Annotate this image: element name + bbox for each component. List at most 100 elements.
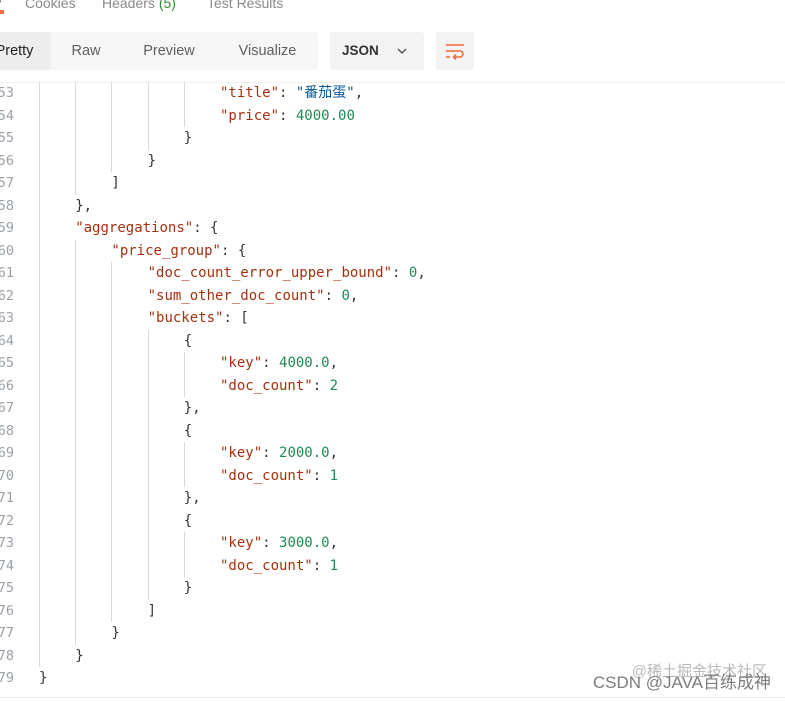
code-line: 55} — [0, 127, 785, 150]
json-key: "doc_count" — [220, 557, 313, 574]
line-number: 53 — [0, 85, 14, 101]
json-punctuation: : { — [193, 220, 219, 236]
indent-guide — [75, 239, 77, 645]
code-text: "aggregations": { — [75, 217, 218, 240]
line-number: 58 — [0, 197, 14, 214]
line-number: 78 — [0, 647, 14, 664]
line-number: 69 — [0, 445, 14, 461]
json-punctuation: { — [183, 512, 193, 529]
code-line: 61 "doc_count_error_upper_bound": 0, — [0, 262, 785, 285]
format-select[interactable]: JSON — [330, 32, 424, 70]
json-punctuation: : — [312, 377, 330, 394]
wrap-lines-icon — [446, 44, 464, 60]
json-punctuation: , — [354, 85, 364, 101]
tab-test-results[interactable]: Test Results — [207, 0, 283, 11]
code-text: }, — [184, 397, 201, 420]
wrap-lines-button[interactable] — [436, 32, 474, 70]
mode-visualize-button[interactable]: Visualize — [217, 32, 318, 70]
line-number: 66 — [0, 377, 14, 394]
code-text: "key": 4000.0, — [220, 352, 338, 375]
line-number: 75 — [0, 580, 14, 596]
json-punctuation: , — [329, 355, 339, 371]
json-key: "key" — [220, 355, 263, 371]
code-line: 70 "doc_count": 1 — [0, 465, 785, 488]
code-line: 68 { — [0, 420, 785, 443]
json-punctuation: : { — [220, 242, 247, 259]
json-key: "key" — [220, 535, 263, 551]
json-key: "title" — [220, 85, 280, 101]
code-text: "key": 3000.0, — [220, 532, 338, 555]
response-body-viewer[interactable]: 53 "title": "番茄蛋", 54 "price": 4000.00 55} 56… — [0, 82, 785, 692]
indent-guide — [75, 82, 77, 195]
json-punctuation: , — [329, 535, 339, 551]
json-punctuation: , — [329, 445, 339, 461]
code-line: 57] — [0, 172, 785, 195]
code-line: 77} — [0, 622, 785, 645]
line-number: 72 — [0, 512, 14, 529]
mode-raw-button[interactable]: Raw — [51, 32, 121, 70]
code-text: { — [184, 420, 192, 443]
watermark: CSDN @JAVA百练成神 — [592, 673, 771, 692]
json-number: 1 — [329, 467, 339, 484]
json-key: "price" — [220, 107, 280, 124]
json-string: "番茄蛋" — [295, 85, 355, 101]
json-punctuation: : — [392, 265, 409, 281]
code-text: } — [184, 577, 192, 600]
code-text: "doc_count": 1 — [220, 465, 338, 488]
json-number: 3000.0 — [279, 535, 330, 551]
json-punctuation: }, — [183, 400, 201, 416]
json-punctuation: ] — [147, 602, 157, 619]
code-line: 75} — [0, 577, 785, 600]
json-punctuation: ] — [111, 175, 120, 191]
code-text: "sum_other_doc_count": 0, — [148, 285, 359, 308]
code-text: ] — [148, 600, 156, 623]
line-number: 60 — [0, 242, 14, 259]
footer-divider — [0, 697, 785, 698]
line-number: 61 — [0, 265, 14, 281]
chevron-down-icon — [397, 48, 407, 54]
json-punctuation: : — [262, 355, 280, 371]
code-line: 59 "aggregations": { — [0, 217, 785, 240]
json-punctuation: }, — [75, 197, 93, 214]
line-number: 63 — [0, 310, 14, 326]
code-text: "doc_count_error_upper_bound": 0, — [148, 262, 426, 285]
line-number: 79 — [0, 670, 14, 686]
tab-headers-count: (5) — [158, 0, 176, 11]
line-number: 73 — [0, 535, 14, 551]
json-punctuation: : [ — [223, 310, 249, 326]
json-punctuation: : — [312, 467, 330, 484]
response-tabs: y Cookies Headers (5) Test Results — [0, 0, 785, 14]
json-punctuation: , — [417, 265, 426, 281]
mode-pretty-button[interactable]: Pretty — [0, 32, 51, 70]
json-key: "doc_count" — [220, 467, 313, 484]
indent-guide — [183, 532, 185, 577]
line-number: 70 — [0, 467, 14, 484]
json-punctuation: : — [324, 287, 342, 304]
code-text: "title": "番茄蛋", — [220, 82, 363, 105]
json-punctuation: } — [111, 625, 120, 641]
code-text: "price_group": { — [111, 240, 246, 263]
code-text: { — [184, 510, 192, 533]
json-punctuation: } — [183, 580, 193, 596]
json-punctuation: } — [147, 152, 157, 169]
indent-guide — [147, 329, 149, 600]
line-number: 68 — [0, 422, 14, 439]
code-text: ] — [111, 172, 119, 195]
code-text: } — [184, 127, 192, 150]
code-line: 66 "doc_count": 2 — [0, 375, 785, 398]
json-punctuation: { — [183, 422, 193, 439]
response-toolbar: Pretty Raw Preview Visualize JSON — [0, 30, 785, 72]
json-key: "aggregations" — [75, 220, 194, 236]
code-text: } — [75, 645, 83, 668]
tab-cookies[interactable]: Cookies — [25, 0, 76, 11]
code-line: 53 "title": "番茄蛋", — [0, 82, 785, 105]
line-number: 67 — [0, 400, 14, 416]
json-punctuation: , — [349, 287, 359, 304]
indent-guide — [147, 82, 149, 150]
line-number: 56 — [0, 152, 14, 169]
mode-preview-button[interactable]: Preview — [121, 32, 217, 70]
tab-headers-label: Headers — [102, 0, 155, 11]
line-number: 62 — [0, 287, 14, 304]
json-punctuation: } — [183, 130, 193, 146]
tab-headers[interactable]: Headers (5) — [102, 0, 176, 11]
